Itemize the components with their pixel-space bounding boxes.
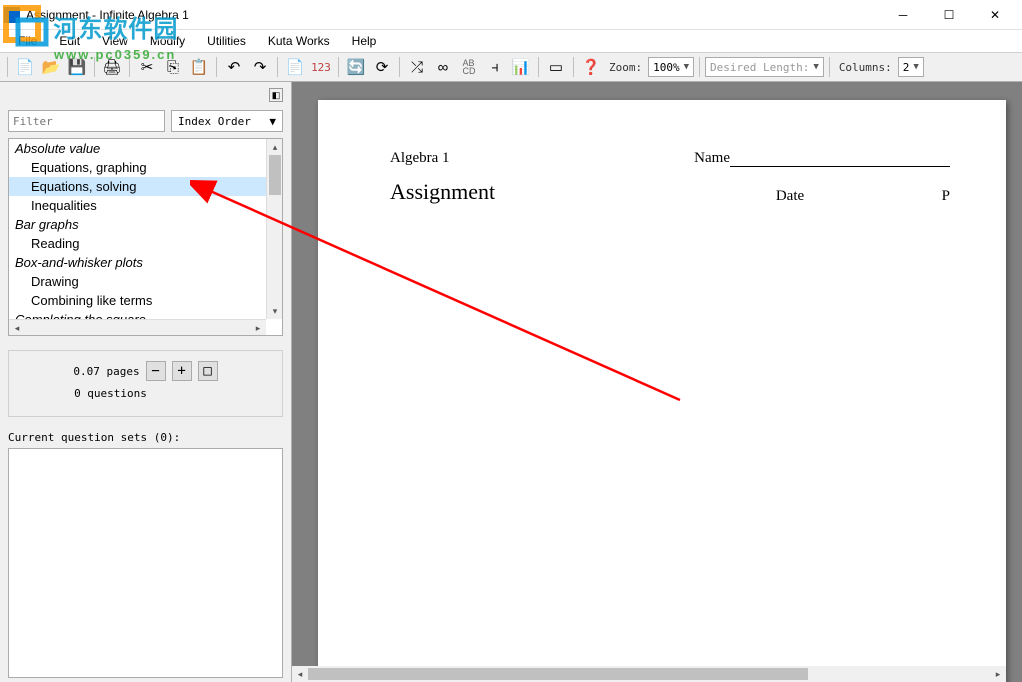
link-icon[interactable]: ∞: [431, 55, 455, 79]
redo-icon[interactable]: ↷: [248, 55, 272, 79]
stop-button[interactable]: □: [198, 361, 218, 381]
menu-help[interactable]: Help: [342, 32, 387, 50]
topic-item[interactable]: Reading: [9, 234, 266, 253]
sidebar: ◧ Index Order▼ Absolute valueEquations, …: [0, 82, 292, 682]
questions-count: 0 questions: [74, 387, 147, 400]
menu-edit[interactable]: Edit: [49, 32, 90, 50]
topic-category[interactable]: Bar graphs: [9, 215, 266, 234]
panel-undock-icon[interactable]: ◧: [269, 88, 283, 102]
open-icon[interactable]: 📂: [39, 55, 63, 79]
regen-all-icon[interactable]: ⟳: [370, 55, 394, 79]
topic-item[interactable]: Inequalities: [9, 196, 266, 215]
header-icon[interactable]: 📄: [283, 55, 307, 79]
scroll-thumb[interactable]: [269, 155, 281, 195]
doc-header-left: Algebra 1: [390, 150, 450, 167]
save-icon[interactable]: 💾: [65, 55, 89, 79]
menu-utilities[interactable]: Utilities: [197, 32, 256, 50]
doc-scrollbar-h[interactable]: ◂ ▸: [292, 666, 1006, 682]
regen-icon[interactable]: 🔄: [344, 55, 368, 79]
scroll-right-icon[interactable]: ▸: [250, 320, 266, 336]
date-label: Date: [776, 188, 804, 205]
menu-kutaworks[interactable]: Kuta Works: [258, 32, 340, 50]
new-doc-icon[interactable]: 📄: [13, 55, 37, 79]
increment-button[interactable]: +: [172, 361, 192, 381]
maximize-button[interactable]: ☐: [926, 1, 972, 29]
zoom-select[interactable]: 100%▼: [648, 57, 694, 77]
copy-icon[interactable]: ⎘: [161, 55, 185, 79]
scroll-left-icon[interactable]: ◂: [9, 320, 25, 336]
print-icon[interactable]: 🖨: [100, 55, 124, 79]
doc-scroll-thumb[interactable]: [308, 668, 808, 680]
menu-view[interactable]: View: [92, 32, 138, 50]
undo-icon[interactable]: ↶: [222, 55, 246, 79]
page-icon[interactable]: ▭: [544, 55, 568, 79]
topic-scrollbar-h[interactable]: ◂ ▸: [9, 319, 266, 335]
page-info-panel: 0.07 pages − + □ 0 questions: [8, 350, 283, 417]
topic-list[interactable]: Absolute valueEquations, graphingEquatio…: [8, 138, 283, 336]
topic-category[interactable]: Box-and-whisker plots: [9, 253, 266, 272]
topic-item[interactable]: Equations, solving: [9, 177, 266, 196]
choices-icon[interactable]: ABCD: [457, 55, 481, 79]
filter-input[interactable]: [8, 110, 165, 132]
topic-item[interactable]: Drawing: [9, 272, 266, 291]
columns-select[interactable]: 2▼: [898, 57, 924, 77]
document-area[interactable]: Algebra 1 Name Assignment Date P ◂ ▸: [292, 82, 1022, 682]
scramble-icon[interactable]: ⤮: [405, 55, 429, 79]
paste-icon[interactable]: 📋: [187, 55, 211, 79]
zoom-label: Zoom:: [605, 61, 646, 74]
menubar: File Edit View Modify Utilities Kuta Wor…: [0, 30, 1022, 52]
scroll-up-icon[interactable]: ▴: [267, 139, 283, 155]
graph-icon[interactable]: 📊: [509, 55, 533, 79]
doc-title: Assignment: [390, 179, 495, 205]
period-label: P: [942, 188, 950, 205]
spacing-icon[interactable]: ⫞: [483, 55, 507, 79]
toolbar: 📄 📂 💾 🖨 ✂ ⎘ 📋 ↶ ↷ 📄 123 🔄 ⟳ ⤮ ∞ ABCD ⫞ 📊…: [0, 52, 1022, 82]
topic-item[interactable]: Equations, graphing: [9, 158, 266, 177]
name-label: Name: [694, 150, 730, 167]
columns-label: Columns:: [835, 61, 896, 74]
length-select[interactable]: Desired Length:▼: [705, 57, 824, 77]
pages-count: 0.07 pages: [73, 365, 139, 378]
scroll-down-icon[interactable]: ▾: [267, 303, 283, 319]
menu-modify[interactable]: Modify: [140, 32, 195, 50]
window-title: Assignment - Infinite Algebra 1: [26, 8, 880, 22]
app-icon: [4, 7, 20, 23]
titlebar: Assignment - Infinite Algebra 1 ─ ☐ ✕: [0, 0, 1022, 30]
doc-scroll-left-icon[interactable]: ◂: [292, 666, 308, 682]
doc-scroll-right-icon[interactable]: ▸: [990, 666, 1006, 682]
question-sets-list[interactable]: [8, 448, 283, 678]
help-icon[interactable]: ❓: [579, 55, 603, 79]
menu-file[interactable]: File: [8, 32, 47, 50]
topic-item[interactable]: Combining like terms: [9, 291, 266, 310]
close-button[interactable]: ✕: [972, 1, 1018, 29]
topic-category[interactable]: Absolute value: [9, 139, 266, 158]
minimize-button[interactable]: ─: [880, 1, 926, 29]
document-page: Algebra 1 Name Assignment Date P: [318, 100, 1006, 682]
topic-scrollbar-v[interactable]: ▴ ▾: [266, 139, 282, 319]
numbering-icon[interactable]: 123: [309, 55, 333, 79]
decrement-button[interactable]: −: [146, 361, 166, 381]
question-sets-label: Current question sets (0):: [4, 423, 287, 448]
order-select[interactable]: Index Order▼: [171, 110, 283, 132]
cut-icon[interactable]: ✂: [135, 55, 159, 79]
